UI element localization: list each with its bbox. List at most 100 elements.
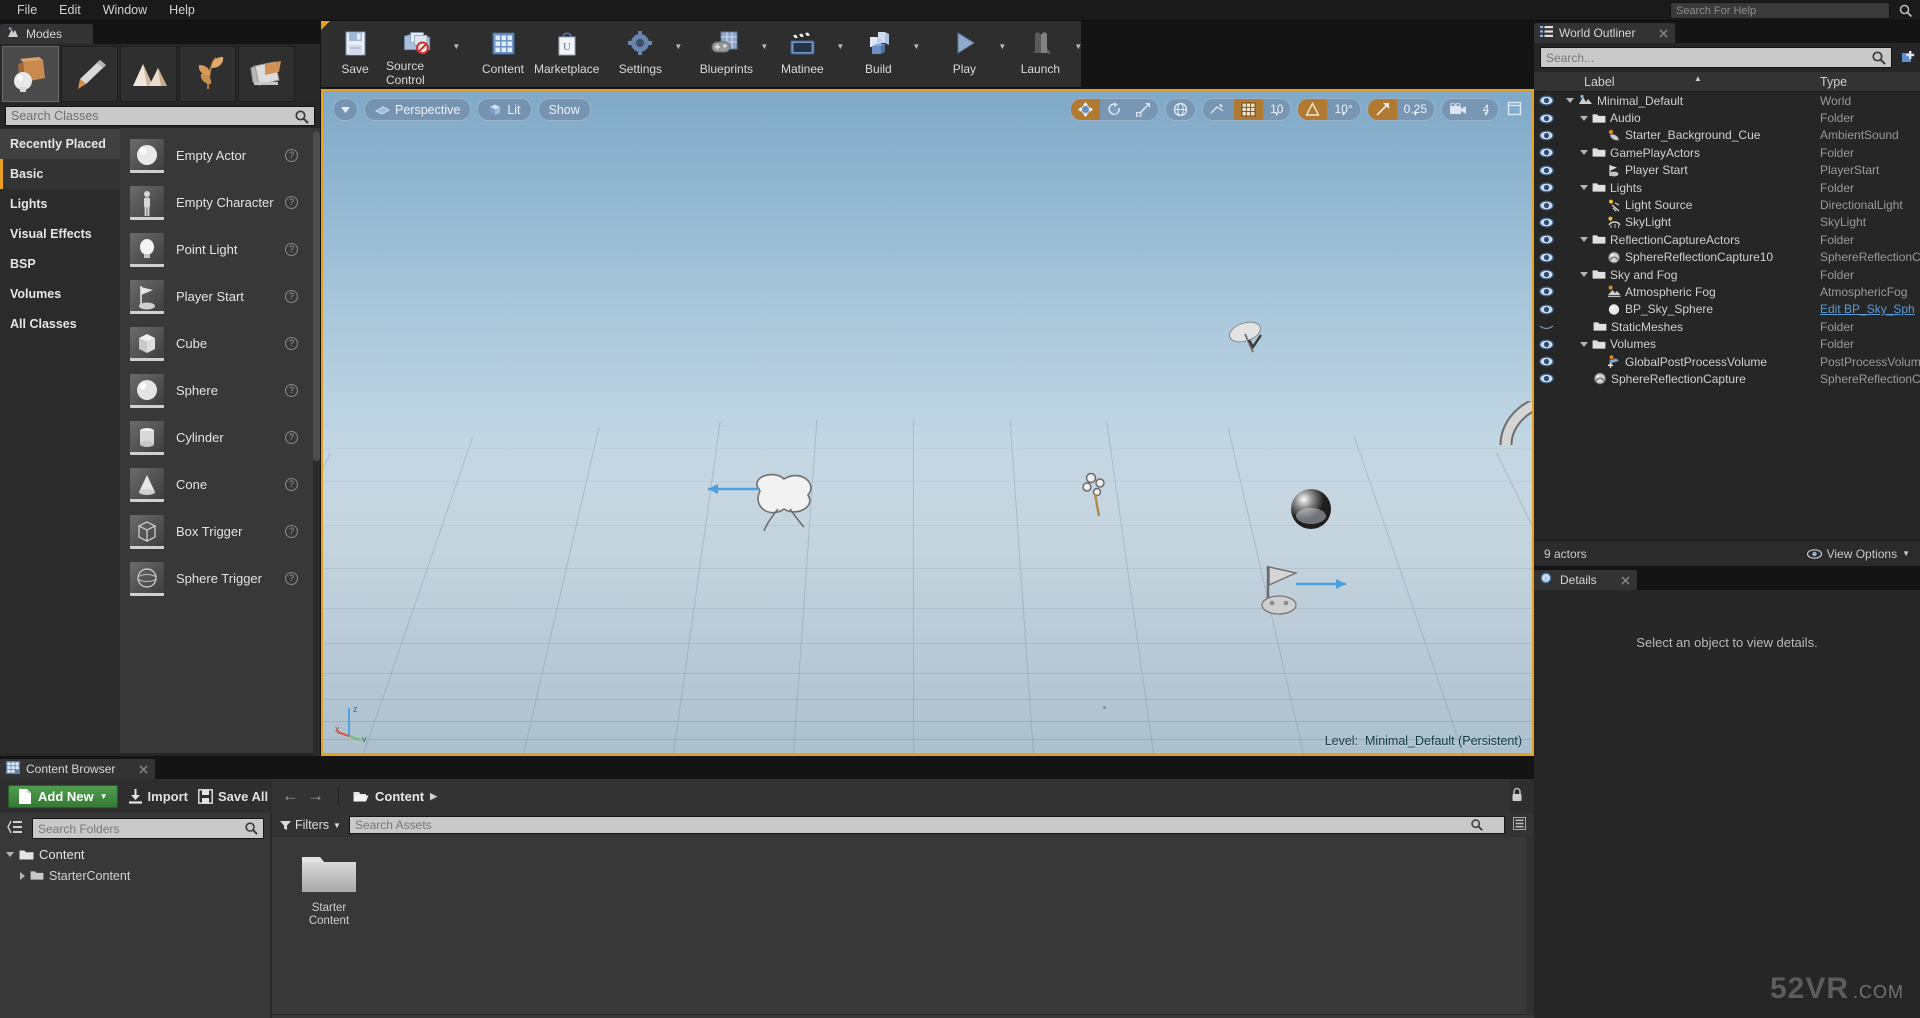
- visibility-eye-icon[interactable]: [1534, 373, 1558, 384]
- level-viewport[interactable]: Perspective Lit Show 10 ▾ 10° ▾ 0.25 ▾ 4…: [321, 89, 1534, 756]
- player-start-actor-gizmo[interactable]: [1248, 558, 1373, 628]
- table-row[interactable]: GlobalPostProcessVolume PostProcessVolum: [1534, 353, 1920, 370]
- help-icon[interactable]: ?: [285, 290, 298, 303]
- tab-modes[interactable]: Modes close-icon: [0, 24, 94, 44]
- help-icon[interactable]: ?: [285, 572, 298, 585]
- close-icon[interactable]: [1659, 29, 1668, 38]
- expander-open-icon[interactable]: [1580, 237, 1588, 243]
- world-space-toggle[interactable]: [1166, 99, 1195, 120]
- grid-snap-value[interactable]: 10 ▾: [1263, 99, 1290, 120]
- category-volumes[interactable]: Volumes: [0, 279, 120, 309]
- launch-button[interactable]: Launch: [1009, 21, 1071, 87]
- tree-view-icon[interactable]: [4, 820, 26, 837]
- lock-icon[interactable]: [1510, 787, 1534, 805]
- visibility-eye-icon[interactable]: [1534, 147, 1558, 158]
- visibility-eye-icon[interactable]: [1534, 200, 1558, 211]
- visibility-eye-icon[interactable]: [1534, 304, 1558, 315]
- content-button[interactable]: Content: [472, 21, 534, 87]
- chevron-down-icon[interactable]: ▼: [757, 21, 771, 87]
- help-icon[interactable]: ?: [285, 243, 298, 256]
- visibility-eye-icon[interactable]: [1534, 269, 1558, 280]
- tab-world-outliner[interactable]: World Outliner: [1534, 23, 1676, 43]
- table-row[interactable]: BP_Sky_Sphere Edit BP_Sky_Sph: [1534, 301, 1920, 318]
- sphere-reflection-capture-actor[interactable]: [1283, 481, 1339, 537]
- category-basic[interactable]: Basic: [0, 159, 120, 189]
- category-recently-placed[interactable]: Recently Placed: [0, 129, 120, 159]
- visibility-eye-icon[interactable]: [1534, 252, 1558, 263]
- atmospheric-fog-actor-gizmo[interactable]: [1498, 401, 1532, 471]
- table-row[interactable]: SkyLight SkyLight: [1534, 214, 1920, 231]
- table-row[interactable]: Minimal_Default World: [1534, 92, 1920, 109]
- table-row[interactable]: StaticMeshes Folder: [1534, 318, 1920, 335]
- landscape-mode-button[interactable]: [120, 46, 177, 102]
- translate-mode-button[interactable]: [1071, 99, 1101, 120]
- geometry-edit-mode-button[interactable]: [238, 46, 295, 102]
- help-icon[interactable]: ?: [285, 525, 298, 538]
- camera-speed-value[interactable]: 4 ▾: [1474, 99, 1498, 120]
- list-item[interactable]: Sphere Trigger ?: [120, 555, 320, 602]
- chevron-down-icon[interactable]: ▼: [1071, 21, 1085, 87]
- table-row[interactable]: Volumes Folder: [1534, 335, 1920, 352]
- maximize-viewport-button[interactable]: [1505, 101, 1524, 119]
- expander-closed-icon[interactable]: [20, 871, 25, 880]
- scale-mode-button[interactable]: [1129, 99, 1158, 120]
- visibility-eye-icon[interactable]: [1534, 234, 1558, 245]
- viewport-options-dropdown[interactable]: [333, 98, 358, 121]
- asset-scrollbar[interactable]: [1527, 837, 1534, 1018]
- chevron-down-icon[interactable]: ▼: [671, 21, 685, 87]
- table-row[interactable]: Atmospheric Fog AtmosphericFog: [1534, 283, 1920, 300]
- search-icon[interactable]: [294, 109, 310, 128]
- folder-search-input[interactable]: Search Folders: [32, 818, 264, 839]
- skylight-actor-gizmo[interactable]: [1223, 316, 1273, 366]
- list-item[interactable]: Cylinder ?: [120, 414, 320, 461]
- menu-help[interactable]: Help: [158, 1, 206, 19]
- visibility-eye-icon[interactable]: [1534, 182, 1558, 193]
- table-row[interactable]: SphereReflectionCapture SphereReflectionC: [1534, 370, 1920, 387]
- visibility-eye-icon[interactable]: [1534, 356, 1558, 367]
- place-mode-button[interactable]: [2, 46, 59, 102]
- tab-details[interactable]: i Details: [1534, 570, 1637, 590]
- category-all-classes[interactable]: All Classes: [0, 309, 120, 339]
- scale-snap-toggle[interactable]: [1367, 99, 1397, 120]
- chevron-down-icon[interactable]: ▼: [451, 21, 462, 87]
- menu-file[interactable]: File: [6, 1, 48, 19]
- save-button[interactable]: Save: [324, 21, 386, 87]
- close-icon[interactable]: [139, 765, 148, 774]
- rotation-snap-value[interactable]: 10° ▾: [1327, 99, 1359, 120]
- asset-item-startercontent[interactable]: Starter Content: [290, 851, 368, 928]
- view-mode-button[interactable]: Lit: [477, 98, 532, 121]
- help-icon[interactable]: ?: [285, 149, 298, 162]
- table-row[interactable]: Sky and Fog Folder: [1534, 266, 1920, 283]
- asset-search-input[interactable]: Search Assets: [348, 816, 1505, 834]
- table-row[interactable]: Starter_Background_Cue AmbientSound: [1534, 127, 1920, 144]
- modes-scrollbar[interactable]: [313, 131, 320, 756]
- search-classes-input[interactable]: Search Classes: [5, 106, 315, 126]
- table-row[interactable]: Lights Folder: [1534, 179, 1920, 196]
- help-icon[interactable]: ?: [285, 478, 298, 491]
- menu-edit[interactable]: Edit: [48, 1, 92, 19]
- expander-open-icon[interactable]: [6, 852, 14, 857]
- expander-open-icon[interactable]: [1580, 272, 1588, 278]
- help-icon[interactable]: ?: [285, 196, 298, 209]
- help-icon[interactable]: ?: [285, 384, 298, 397]
- marketplace-button[interactable]: U Marketplace: [534, 21, 599, 87]
- surface-snap-toggle[interactable]: [1203, 99, 1234, 120]
- search-icon[interactable]: [244, 821, 259, 839]
- folder-tree-item-content[interactable]: Content: [0, 844, 270, 865]
- foliage-mode-button[interactable]: [179, 46, 236, 102]
- visibility-eye-icon[interactable]: [1534, 321, 1558, 332]
- add-new-button[interactable]: Add New ▼: [8, 784, 118, 808]
- table-row[interactable]: ReflectionCaptureActors Folder: [1534, 231, 1920, 248]
- list-item[interactable]: Player Start ?: [120, 273, 320, 320]
- expander-open-icon[interactable]: [1580, 341, 1588, 347]
- table-row[interactable]: Player Start PlayerStart: [1534, 162, 1920, 179]
- visibility-eye-icon[interactable]: [1534, 95, 1558, 106]
- directional-light-actor-gizmo[interactable]: [708, 461, 888, 531]
- matinee-button[interactable]: Matinee: [771, 21, 833, 87]
- visibility-eye-icon[interactable]: [1534, 339, 1558, 350]
- nav-back-button[interactable]: ←: [282, 786, 299, 806]
- help-icon[interactable]: ?: [285, 337, 298, 350]
- visibility-eye-icon[interactable]: [1534, 113, 1558, 124]
- table-row[interactable]: Light Source DirectionalLight: [1534, 196, 1920, 213]
- category-lights[interactable]: Lights: [0, 189, 120, 219]
